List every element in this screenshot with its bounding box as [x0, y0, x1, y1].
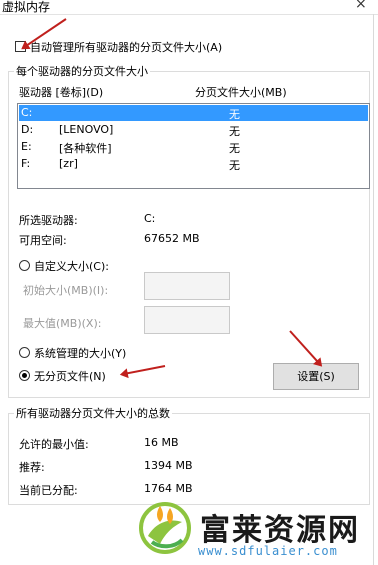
window-border: [373, 14, 374, 565]
drive-page-size: 无: [229, 108, 240, 121]
selected-drive-value: C:: [144, 212, 156, 225]
min-allowed-label: 允许的最小值:: [19, 438, 89, 451]
recommended-label: 推荐:: [19, 461, 45, 474]
watermark-text: 富莱资源网: [200, 513, 360, 548]
drive-letter: E:: [21, 140, 32, 153]
initial-size-input[interactable]: [144, 272, 230, 300]
drive-page-size: 无: [229, 159, 240, 172]
drive-volume-label: [zr]: [59, 157, 78, 170]
drive-row-f[interactable]: F: [zr] 无: [19, 156, 368, 172]
drive-letter: C:: [21, 106, 33, 119]
column-header-drive: 驱动器 [卷标](D): [19, 86, 104, 99]
per-drive-group-title: 每个驱动器的分页文件大小: [14, 63, 150, 79]
drive-letter: D:: [21, 123, 34, 136]
recommended-value: 1394 MB: [144, 459, 193, 472]
auto-manage-label[interactable]: 自动管理所有驱动器的分页文件大小(A): [30, 39, 222, 55]
totals-group-title: 所有驱动器分页文件大小的总数: [14, 405, 172, 421]
window-title: 虚拟内存: [2, 0, 51, 14]
no-paging-file-label[interactable]: 无分页文件(N): [34, 368, 106, 384]
selected-drive-label: 所选驱动器:: [19, 214, 78, 227]
drive-volume-label: [LENOVO]: [59, 123, 114, 136]
system-managed-label[interactable]: 系统管理的大小(Y): [34, 345, 126, 361]
max-size-label: 最大值(MB)(X):: [23, 317, 102, 330]
drive-page-size: 无: [229, 142, 240, 155]
column-header-size: 分页文件大小(MB): [195, 86, 287, 99]
title-bar: 虚拟内存 ×: [0, 0, 378, 14]
max-size-input[interactable]: [144, 306, 230, 334]
drive-letter: F:: [21, 157, 31, 170]
free-space-value: 67652 MB: [144, 232, 200, 245]
custom-size-label[interactable]: 自定义大小(C):: [34, 258, 109, 274]
initial-size-label: 初始大小(MB)(I):: [23, 284, 109, 297]
min-allowed-value: 16 MB: [144, 436, 179, 449]
drive-page-size: 无: [229, 125, 240, 138]
drive-list[interactable]: C: 无 D: [LENOVO] 无 E: [各种软件] 无 F: [zr] 无: [17, 103, 370, 189]
watermark-url: www.sdfulaier.com: [198, 544, 338, 558]
watermark-logo-icon: [139, 502, 191, 554]
drive-volume-label: [各种软件]: [59, 142, 112, 155]
system-managed-radio[interactable]: [19, 347, 30, 358]
drive-row-e[interactable]: E: [各种软件] 无: [19, 139, 368, 155]
free-space-label: 可用空间:: [19, 234, 67, 247]
custom-size-radio[interactable]: [19, 260, 30, 271]
close-icon[interactable]: ×: [355, 0, 367, 12]
drive-row-c[interactable]: C: 无: [19, 105, 368, 121]
currently-allocated-label: 当前已分配:: [19, 484, 78, 497]
title-divider: [0, 14, 378, 15]
drive-row-d[interactable]: D: [LENOVO] 无: [19, 122, 368, 138]
no-paging-file-radio[interactable]: [19, 370, 30, 381]
